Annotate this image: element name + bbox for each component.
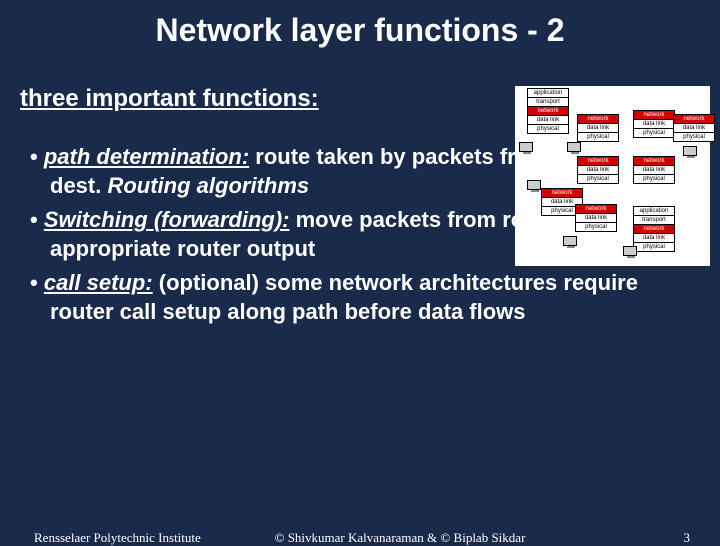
- layer-physical: physical: [578, 133, 618, 141]
- bullet-call-setup: call setup: (optional) some network arch…: [30, 269, 690, 326]
- layer-datalink: data link: [578, 166, 618, 175]
- layer-datalink: data link: [578, 124, 618, 133]
- bullet-italic: Routing algorithms: [107, 173, 309, 198]
- layer-network: network: [576, 205, 616, 214]
- router-stack: network data link physical: [575, 204, 617, 232]
- computer-icon: [527, 180, 541, 190]
- router-stack: network data link physical: [633, 156, 675, 184]
- layer-physical: physical: [528, 125, 568, 133]
- bullet-term: Switching (forwarding):: [44, 207, 290, 232]
- layer-physical: physical: [634, 129, 674, 137]
- layer-application: application: [634, 207, 674, 216]
- layer-datalink: data link: [674, 124, 714, 133]
- layer-datalink: data link: [634, 166, 674, 175]
- router-stack: network data link physical: [577, 156, 619, 184]
- bullet-term: call setup:: [44, 270, 153, 295]
- page-number: 3: [684, 530, 691, 546]
- computer-icon: [563, 236, 577, 246]
- router-stack: network data link physical: [633, 110, 675, 138]
- layer-network: network: [542, 189, 582, 198]
- layer-application: application: [528, 89, 568, 98]
- host-stack-right: application transport network data link …: [633, 206, 675, 252]
- host-stack-left: application transport network data link …: [527, 88, 569, 134]
- computer-icon: [623, 246, 637, 256]
- layer-network: network: [578, 157, 618, 166]
- computer-icon: [683, 146, 697, 156]
- computer-icon: [567, 142, 581, 152]
- layer-physical: physical: [576, 223, 616, 231]
- layer-datalink: data link: [634, 234, 674, 243]
- layer-datalink: data link: [576, 214, 616, 223]
- slide-title: Network layer functions - 2: [0, 0, 720, 57]
- layer-network: network: [578, 115, 618, 124]
- computer-icon: [519, 142, 533, 152]
- layer-network: network: [674, 115, 714, 124]
- layer-physical: physical: [578, 175, 618, 183]
- layer-physical: physical: [674, 133, 714, 141]
- layer-transport: transport: [634, 216, 674, 225]
- layer-network: network: [634, 157, 674, 166]
- footer-credits: © Shivkumar Kalvanaraman & © Biplab Sikd…: [230, 530, 570, 546]
- layer-datalink: data link: [528, 116, 568, 125]
- bullet-term: path determination:: [44, 144, 249, 169]
- layer-datalink: data link: [634, 120, 674, 129]
- layer-network: network: [634, 111, 674, 120]
- layer-physical: physical: [634, 243, 674, 251]
- network-diagram: application transport network data link …: [515, 86, 710, 266]
- layer-network: network: [634, 225, 674, 234]
- router-stack: network data link physical: [673, 114, 715, 142]
- layer-transport: transport: [528, 98, 568, 107]
- footer-institute: Rensselaer Polytechnic Institute: [34, 530, 201, 546]
- layer-network: network: [528, 107, 568, 116]
- router-stack: network data link physical: [577, 114, 619, 142]
- layer-physical: physical: [634, 175, 674, 183]
